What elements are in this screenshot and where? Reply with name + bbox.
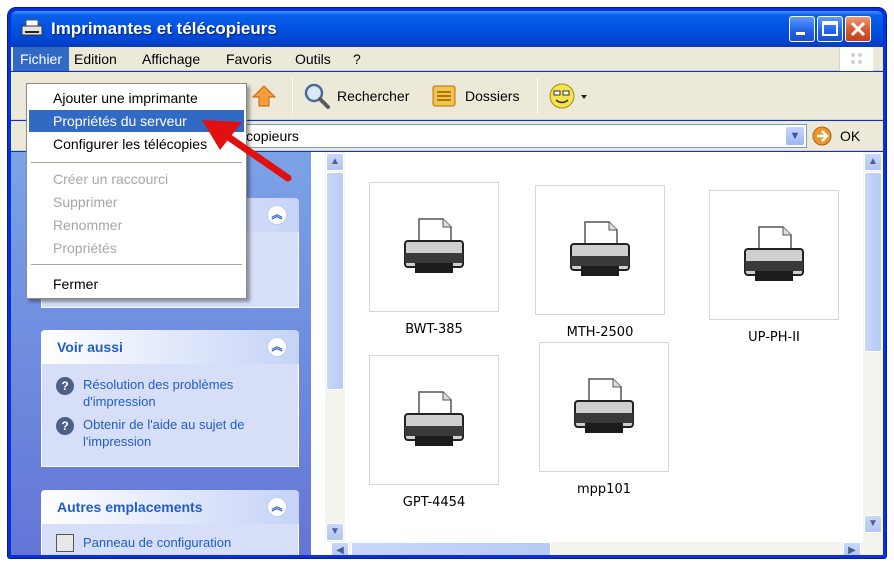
printer-name: GPT-4454	[402, 495, 466, 510]
menu-rename: Renommer	[53, 217, 123, 233]
title-bar[interactable]: Imprimantes et télécopieurs	[11, 11, 883, 47]
printer-icon	[709, 190, 839, 320]
search-label: Rechercher	[337, 88, 410, 104]
other-places-box: Autres emplacements ︽ Panneau de configu…	[41, 490, 299, 555]
close-button[interactable]	[845, 16, 871, 42]
scroll-thumb[interactable]	[326, 172, 344, 390]
collapse-icon[interactable]: ︽	[267, 337, 287, 357]
see-also-title: Voir aussi	[57, 339, 123, 355]
printer-item[interactable]: MTH-2500	[535, 185, 665, 340]
help-icon: ?	[56, 417, 74, 435]
see-also-box: Voir aussi ︽ ? Résolution des problèmes …	[41, 330, 299, 467]
scroll-down-icon[interactable]: ▼	[326, 523, 344, 541]
minimize-icon	[796, 32, 805, 35]
menu-add-printer[interactable]: Ajouter une imprimante	[29, 87, 244, 109]
annotation-arrow-icon	[202, 120, 292, 182]
smiley-views-icon	[549, 83, 587, 109]
menu-help[interactable]: ?	[353, 51, 361, 67]
link-control-panel[interactable]: Panneau de configuration	[56, 534, 286, 552]
scroll-down-icon[interactable]: ▼	[864, 515, 882, 533]
go-label: OK	[840, 128, 861, 144]
scroll-right-icon[interactable]: ▶	[843, 542, 861, 555]
link-label: Obtenir de l'aide au sujet de l'impressi…	[83, 417, 245, 449]
link-label: Résolution des problèmes d'impression	[83, 377, 234, 409]
menu-affichage[interactable]: Affichage	[142, 51, 200, 67]
search-button[interactable]: Rechercher	[303, 72, 409, 120]
folders-button[interactable]: Dossiers	[431, 72, 519, 120]
menu-favoris[interactable]: Favoris	[226, 51, 272, 67]
menu-outils[interactable]: Outils	[295, 51, 331, 67]
collapse-icon[interactable]: ︽	[267, 497, 287, 517]
printer-item[interactable]: GPT-4454	[369, 355, 499, 510]
folders-icon	[432, 85, 456, 107]
up-arrow-icon	[251, 85, 277, 107]
left-vertical-scrollbar[interactable]: ▲ ▼	[325, 152, 345, 542]
printer-icon	[535, 185, 665, 315]
windows-logo-icon	[839, 47, 873, 71]
printer-item[interactable]: BWT-385	[369, 182, 499, 337]
search-icon	[304, 83, 330, 109]
folders-label: Dossiers	[465, 88, 520, 104]
link-printing-help[interactable]: ? Obtenir de l'aide au sujet de l'impres…	[56, 416, 286, 450]
minimize-button[interactable]	[789, 16, 815, 42]
scroll-up-icon[interactable]: ▲	[864, 153, 882, 171]
printer-name: MTH-2500	[566, 325, 634, 340]
menu-edition[interactable]: Edition	[74, 51, 117, 67]
address-input[interactable]: copieurs ▼	[241, 124, 807, 148]
other-places-title: Autres emplacements	[57, 499, 203, 515]
scroll-up-icon[interactable]: ▲	[326, 153, 344, 171]
scroll-left-icon[interactable]: ◀	[331, 542, 349, 555]
printer-name: UP-PH-II	[748, 330, 800, 345]
control-panel-icon	[56, 534, 74, 552]
chevron-down-icon[interactable]: ▼	[786, 127, 804, 145]
printer-list-view: ▲ ▼ ▲ ▼ ◀ ▶ BWT-385 MTH-2500 UP-PH-II GP…	[311, 152, 883, 555]
printer-name: mpp101	[577, 482, 631, 497]
menu-separator	[31, 264, 242, 265]
collapse-icon[interactable]: ︽	[267, 205, 287, 225]
menu-delete: Supprimer	[53, 194, 118, 210]
go-arrow-icon	[812, 126, 832, 146]
menu-bar: Fichier Edition Affichage Favoris Outils…	[11, 47, 883, 71]
menu-properties: Propriétés	[53, 240, 117, 256]
toolbar-separator	[537, 78, 538, 114]
printer-icon	[539, 342, 669, 472]
go-button[interactable]: OK	[811, 124, 860, 148]
printer-item[interactable]: mpp101	[539, 342, 669, 497]
maximize-button[interactable]	[817, 16, 843, 42]
printer-icon	[369, 182, 499, 312]
right-vertical-scrollbar[interactable]: ▲ ▼	[863, 152, 883, 542]
link-troubleshoot-printing[interactable]: ? Résolution des problèmes d'impression	[56, 376, 286, 410]
toolbar-separator	[292, 78, 293, 114]
link-label: Panneau de configuration	[83, 535, 232, 550]
help-icon: ?	[56, 377, 74, 395]
printer-icon	[369, 355, 499, 485]
menu-fichier[interactable]: Fichier	[13, 47, 70, 71]
printer-icon	[21, 19, 43, 36]
printer-item[interactable]: UP-PH-II	[709, 190, 839, 345]
horizontal-scrollbar[interactable]: ◀ ▶	[331, 542, 883, 555]
close-icon	[850, 21, 866, 37]
menu-close[interactable]: Fermer	[29, 273, 244, 295]
window-title: Imprimantes et télécopieurs	[51, 19, 277, 38]
maximize-icon	[822, 21, 838, 36]
scroll-thumb[interactable]	[351, 542, 551, 555]
printer-name: BWT-385	[405, 322, 463, 337]
views-button[interactable]	[547, 72, 591, 120]
scroll-thumb[interactable]	[864, 172, 882, 352]
